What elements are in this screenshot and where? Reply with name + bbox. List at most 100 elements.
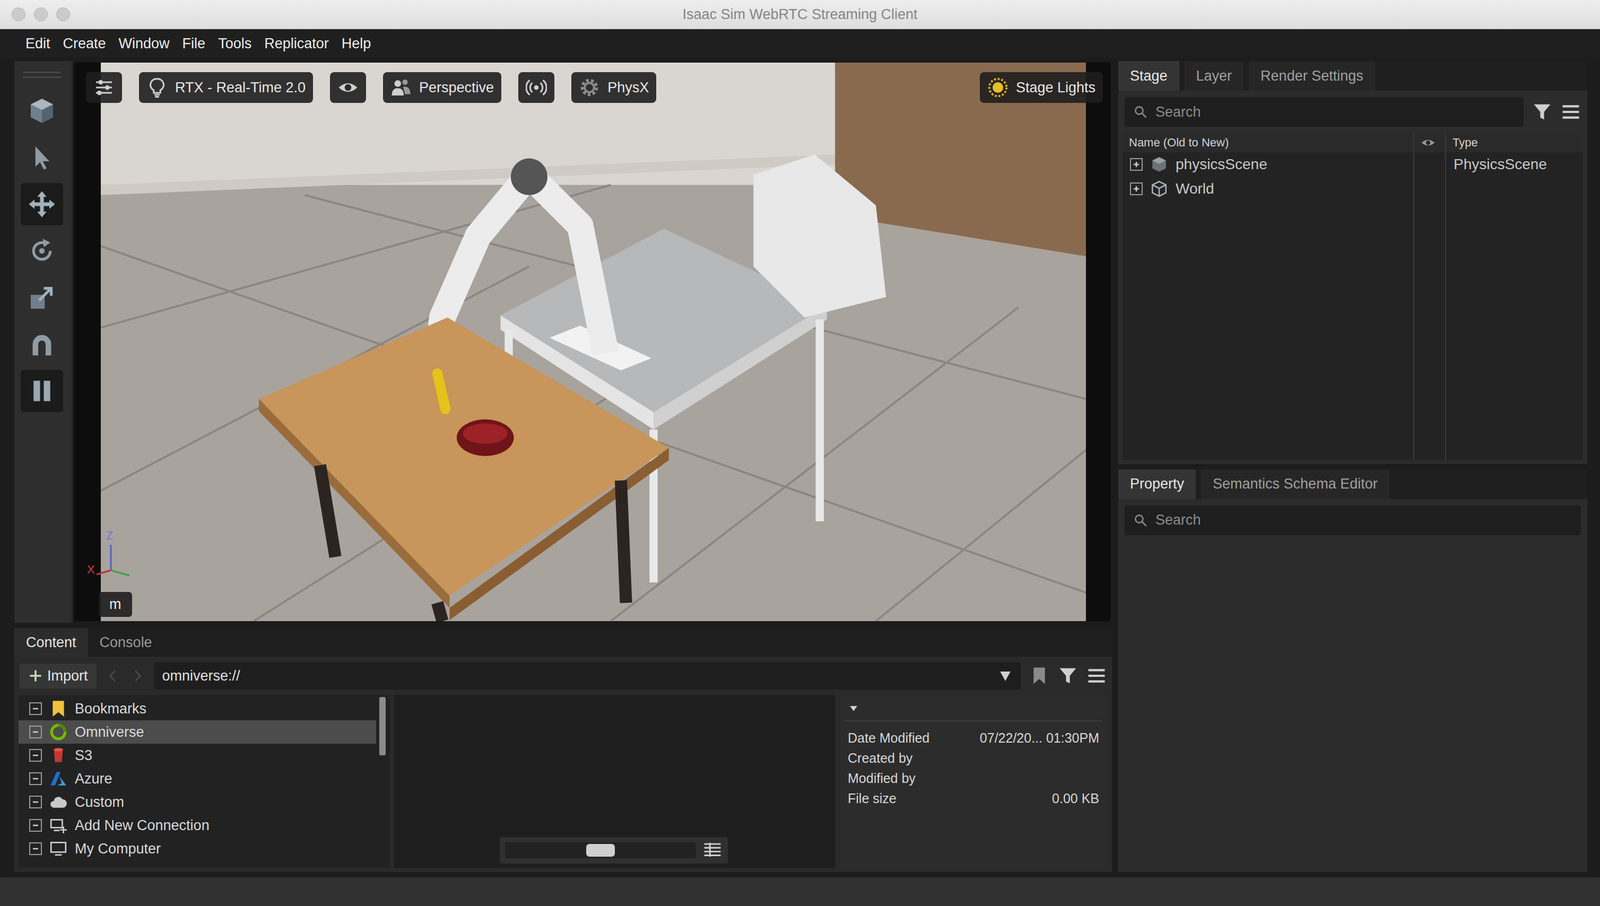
menu-item[interactable]: Help [340, 33, 373, 55]
viewport[interactable]: RTX - Real-Time 2.0 Perspective PhysX Stage… [72, 61, 1112, 623]
axis-gizmo: ZX [87, 533, 141, 587]
filter-icon[interactable] [1532, 101, 1553, 123]
stage-row[interactable]: physicsScene [1122, 152, 1414, 177]
tool-button[interactable] [20, 89, 64, 133]
slider-thumb[interactable] [586, 844, 615, 857]
tool-button[interactable] [20, 183, 64, 226]
physics-scene-icon [1150, 155, 1169, 174]
audio-button[interactable] [518, 72, 555, 103]
detail-row: File size0.00 KB [844, 788, 1103, 809]
cube-icon [27, 96, 57, 126]
tree-item[interactable]: My Computer [18, 837, 377, 861]
import-button[interactable]: Import [19, 663, 97, 689]
property-panel: PropertySemantics Schema Editor Search [1118, 469, 1588, 873]
expand-icon[interactable] [1129, 158, 1143, 171]
collapse-icon[interactable] [847, 702, 860, 715]
type-cell [1446, 176, 1584, 202]
tree-item[interactable]: Add New Connection [18, 813, 377, 838]
physics-button[interactable]: PhysX [571, 72, 657, 103]
scrollbar[interactable] [379, 697, 386, 756]
scene-render [100, 62, 1086, 622]
tab[interactable]: Semantics Schema Editor [1201, 469, 1390, 500]
tool-button[interactable] [20, 276, 64, 319]
expand-icon[interactable] [29, 702, 42, 716]
menu-item[interactable]: Create [62, 33, 108, 55]
tool-button[interactable] [20, 323, 64, 366]
stage-tree: Name (Old to New)physicsSceneWorld TypePh… [1122, 133, 1584, 460]
tool-button[interactable] [20, 369, 64, 413]
visibility-button[interactable] [329, 72, 367, 103]
close-button[interactable] [11, 7, 26, 22]
tree-item[interactable]: S3 [18, 743, 377, 768]
menu-item[interactable]: Replicator [263, 33, 330, 55]
eye-icon [337, 76, 359, 99]
viewport-toolbar: RTX - Real-Time 2.0 Perspective PhysX Stage… [85, 72, 1103, 103]
bookmark-icon[interactable] [1029, 665, 1050, 686]
s3-bucket-icon [49, 746, 68, 765]
tab[interactable]: Render Settings [1248, 61, 1376, 91]
expand-icon[interactable] [29, 772, 42, 786]
camera-button[interactable]: Perspective [383, 72, 502, 103]
expand-icon[interactable] [1129, 182, 1143, 196]
tree-item[interactable]: Azure [18, 767, 377, 791]
expand-icon[interactable] [29, 725, 42, 739]
thumbnail-size-slider[interactable] [499, 837, 728, 864]
tree-item[interactable]: Bookmarks [18, 697, 377, 721]
tool-button[interactable] [20, 136, 64, 179]
menu-item[interactable]: Tools [216, 33, 253, 55]
pause-icon [27, 376, 57, 406]
expand-icon[interactable] [29, 842, 42, 856]
status-bar [0, 877, 1600, 906]
tab[interactable]: Layer [1184, 61, 1245, 91]
content-tabs: ContentConsole [14, 628, 1112, 657]
menu-icon[interactable] [1086, 665, 1107, 686]
dropdown-icon[interactable] [998, 668, 1013, 683]
filter-icon[interactable] [1057, 665, 1078, 686]
units-badge[interactable]: m [98, 592, 133, 617]
column-header[interactable]: Type [1446, 133, 1584, 153]
tab[interactable]: Content [14, 628, 89, 657]
column-header[interactable]: Name (Old to New) [1122, 133, 1414, 153]
search-icon [1133, 512, 1149, 528]
type-cell: PhysicsScene [1446, 152, 1584, 177]
tool-button[interactable] [20, 229, 64, 273]
tree-item[interactable]: Omniverse [18, 720, 377, 744]
forward-arrow-icon[interactable] [129, 667, 146, 684]
stage-tabs: StageLayerRender Settings [1118, 61, 1588, 91]
zoom-button[interactable] [56, 7, 71, 22]
scale-icon [27, 282, 57, 313]
cloud-icon [49, 793, 68, 812]
viewport-settings-button[interactable] [85, 72, 123, 103]
tool-strip [14, 61, 70, 623]
expand-icon[interactable] [29, 795, 42, 809]
tree-item[interactable]: Custom [18, 790, 377, 814]
tab[interactable]: Stage [1118, 61, 1180, 91]
add-connection-icon [49, 816, 68, 835]
scene-image [100, 62, 1086, 622]
path-field[interactable]: omniverse:// [153, 662, 1021, 690]
lights-button[interactable]: Stage Lights [979, 72, 1103, 103]
camera-person-icon [390, 76, 412, 99]
menu-item[interactable]: Edit [24, 33, 52, 55]
menu-item[interactable]: Window [117, 33, 171, 55]
expand-icon[interactable] [29, 819, 42, 832]
tab[interactable]: Property [1118, 469, 1196, 500]
expand-icon[interactable] [29, 749, 42, 762]
gear-icon [578, 76, 600, 99]
eye-icon[interactable] [1420, 135, 1436, 151]
grip-icon[interactable] [22, 68, 62, 86]
bookmark-icon [49, 699, 68, 718]
detail-row: Date Modified07/22/20... 01:30PM [844, 727, 1103, 749]
stage-row[interactable]: World [1122, 176, 1414, 202]
tab[interactable]: Console [88, 628, 164, 657]
list-view-icon[interactable] [702, 840, 723, 861]
search-field[interactable]: Search [1124, 505, 1581, 536]
content-panel: ContentConsole Import omniverse:// Bookmark… [14, 628, 1112, 873]
search-field[interactable]: Search [1124, 97, 1524, 127]
menu-icon[interactable] [1560, 101, 1581, 123]
renderer-button[interactable]: RTX - Real-Time 2.0 [138, 72, 313, 103]
menu-item[interactable]: File [181, 33, 207, 55]
sun-icon [987, 76, 1009, 99]
back-arrow-icon[interactable] [105, 667, 121, 684]
minimize-button[interactable] [33, 7, 48, 22]
